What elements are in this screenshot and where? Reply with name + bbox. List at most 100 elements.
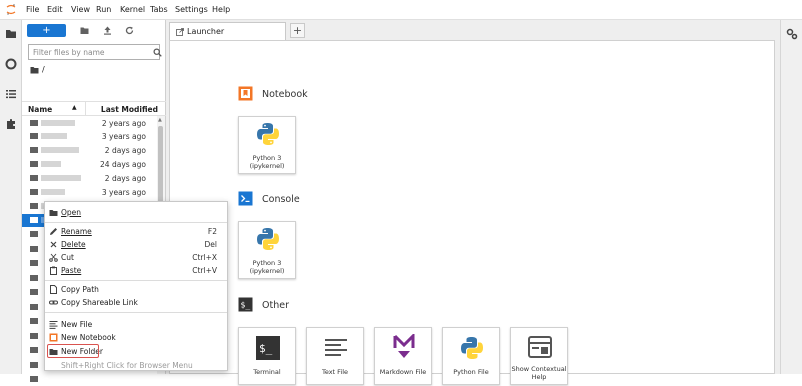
- menu-open-label: Open: [61, 208, 82, 217]
- folder-icon: [30, 120, 38, 126]
- add-tab-button[interactable]: +: [290, 23, 305, 38]
- folder-icon: [30, 133, 38, 139]
- menu-copy-shareable-link[interactable]: Copy Shareable Link: [45, 296, 227, 309]
- menu-copy-path-label: Copy Path: [61, 285, 99, 294]
- tab-launcher[interactable]: Launcher: [169, 22, 286, 40]
- file-modified: 2 years ago: [101, 119, 146, 128]
- menu-rename[interactable]: Rename F2: [45, 225, 227, 238]
- menu-help[interactable]: Help: [212, 5, 230, 14]
- menu-settings[interactable]: Settings: [175, 5, 208, 14]
- file-row[interactable]: [22, 243, 44, 256]
- menu-kernel[interactable]: Kernel: [120, 5, 145, 14]
- card-label: Markdown File: [379, 368, 427, 376]
- menu-new-notebook-label: New Notebook: [61, 333, 116, 342]
- folder-icon: [30, 203, 38, 209]
- file-row[interactable]: 3 years ago: [22, 186, 158, 199]
- menu-cut-shortcut: Ctrl+X: [192, 253, 217, 262]
- filter-placeholder: Filter files by name: [33, 48, 105, 57]
- file-list-header: Name ▲ Last Modified: [22, 101, 166, 116]
- menu-separator: [45, 222, 227, 223]
- folder-icon: [30, 332, 38, 339]
- file-name-redacted: [41, 133, 67, 139]
- filter-files-input[interactable]: Filter files by name: [28, 44, 162, 60]
- file-icon: [50, 285, 57, 294]
- menu-tabs[interactable]: Tabs: [150, 5, 168, 14]
- folder-icon: [30, 347, 38, 353]
- terminal-icon: $_: [256, 336, 280, 360]
- new-launcher-button[interactable]: +: [27, 24, 66, 37]
- folder-icon: [30, 217, 38, 223]
- breadcrumb-root[interactable]: /: [42, 65, 45, 74]
- file-row[interactable]: [22, 373, 44, 386]
- menu-open[interactable]: Open: [45, 206, 227, 219]
- file-row[interactable]: [22, 257, 44, 270]
- file-row[interactable]: 2 days ago: [22, 144, 158, 157]
- folder-icon: [30, 361, 38, 368]
- tab-launcher-label: Launcher: [187, 27, 225, 36]
- file-row[interactable]: 2 years ago: [22, 117, 158, 130]
- menu-file[interactable]: File: [26, 5, 39, 14]
- menu-separator: [45, 280, 227, 281]
- column-last-modified[interactable]: Last Modified: [101, 105, 158, 114]
- card-python3-console[interactable]: Python 3 (ipykernel): [238, 221, 296, 279]
- file-row[interactable]: [22, 272, 44, 285]
- edit-icon: [50, 228, 57, 235]
- file-row[interactable]: [22, 228, 44, 241]
- file-row[interactable]: [22, 344, 44, 357]
- property-inspector-icon[interactable]: [786, 28, 798, 40]
- file-row[interactable]: [22, 315, 44, 328]
- scroll-up-icon[interactable]: ▲: [158, 117, 162, 123]
- menu-new-file[interactable]: New File: [45, 318, 227, 331]
- file-row[interactable]: [22, 330, 44, 343]
- card-python3-notebook[interactable]: Python 3 (ipykernel): [238, 116, 296, 174]
- upload-icon[interactable]: [103, 26, 112, 35]
- extension-icon[interactable]: [5, 118, 17, 130]
- card-python-file[interactable]: Python File: [442, 327, 500, 385]
- launcher-tab-icon: [176, 28, 184, 36]
- menu-new-notebook[interactable]: New Notebook: [45, 331, 227, 344]
- file-row[interactable]: 3 years ago: [22, 130, 158, 143]
- menu-copy-path[interactable]: Copy Path: [45, 283, 227, 296]
- new-folder-icon[interactable]: [80, 26, 89, 35]
- card-text-file[interactable]: Text File: [306, 327, 364, 385]
- menu-edit[interactable]: Edit: [47, 5, 63, 14]
- file-row[interactable]: [22, 359, 44, 372]
- commands-icon[interactable]: [5, 88, 17, 100]
- card-contextual-help[interactable]: Show Contextual Help: [510, 327, 568, 385]
- folder-icon[interactable]: [5, 28, 17, 40]
- console-section-icon: [238, 191, 253, 206]
- file-row[interactable]: [22, 301, 44, 314]
- menu-rename-label: Rename: [61, 227, 92, 236]
- card-terminal[interactable]: $_ Terminal: [238, 327, 296, 385]
- notebook-icon: [49, 333, 58, 342]
- close-icon: [50, 241, 57, 248]
- column-name[interactable]: Name: [28, 105, 52, 114]
- other-section-icon: $_: [238, 297, 253, 312]
- python-logo-icon: [257, 123, 279, 145]
- svg-text:$_: $_: [241, 301, 251, 310]
- link-icon: [49, 300, 58, 305]
- menu-run[interactable]: Run: [96, 5, 111, 14]
- file-row[interactable]: 24 days ago: [22, 158, 158, 171]
- menu-view[interactable]: View: [71, 5, 90, 14]
- file-row[interactable]: [22, 286, 44, 299]
- menu-paste[interactable]: Paste Ctrl+V: [45, 264, 227, 277]
- folder-icon: [30, 161, 38, 167]
- card-markdown-file[interactable]: Markdown File: [374, 327, 432, 385]
- menu-delete[interactable]: Delete Del: [45, 238, 227, 251]
- menu-cut[interactable]: Cut Ctrl+X: [45, 251, 227, 264]
- card-label: Show Contextual: [511, 365, 567, 373]
- contextual-help-icon: [528, 336, 552, 358]
- text-file-icon: [325, 339, 347, 356]
- folder-icon: [30, 376, 38, 382]
- folder-icon: [30, 303, 38, 310]
- running-icon[interactable]: [5, 58, 17, 70]
- card-sublabel: Help: [531, 373, 547, 381]
- file-modified: 2 days ago: [104, 174, 146, 183]
- menu-rename-shortcut: F2: [207, 227, 217, 236]
- refresh-icon[interactable]: [125, 26, 134, 35]
- folder-icon: [30, 147, 38, 153]
- file-row[interactable]: 2 days ago: [22, 172, 158, 185]
- python-logo-icon: [461, 337, 483, 359]
- file-modified: 3 years ago: [101, 188, 146, 197]
